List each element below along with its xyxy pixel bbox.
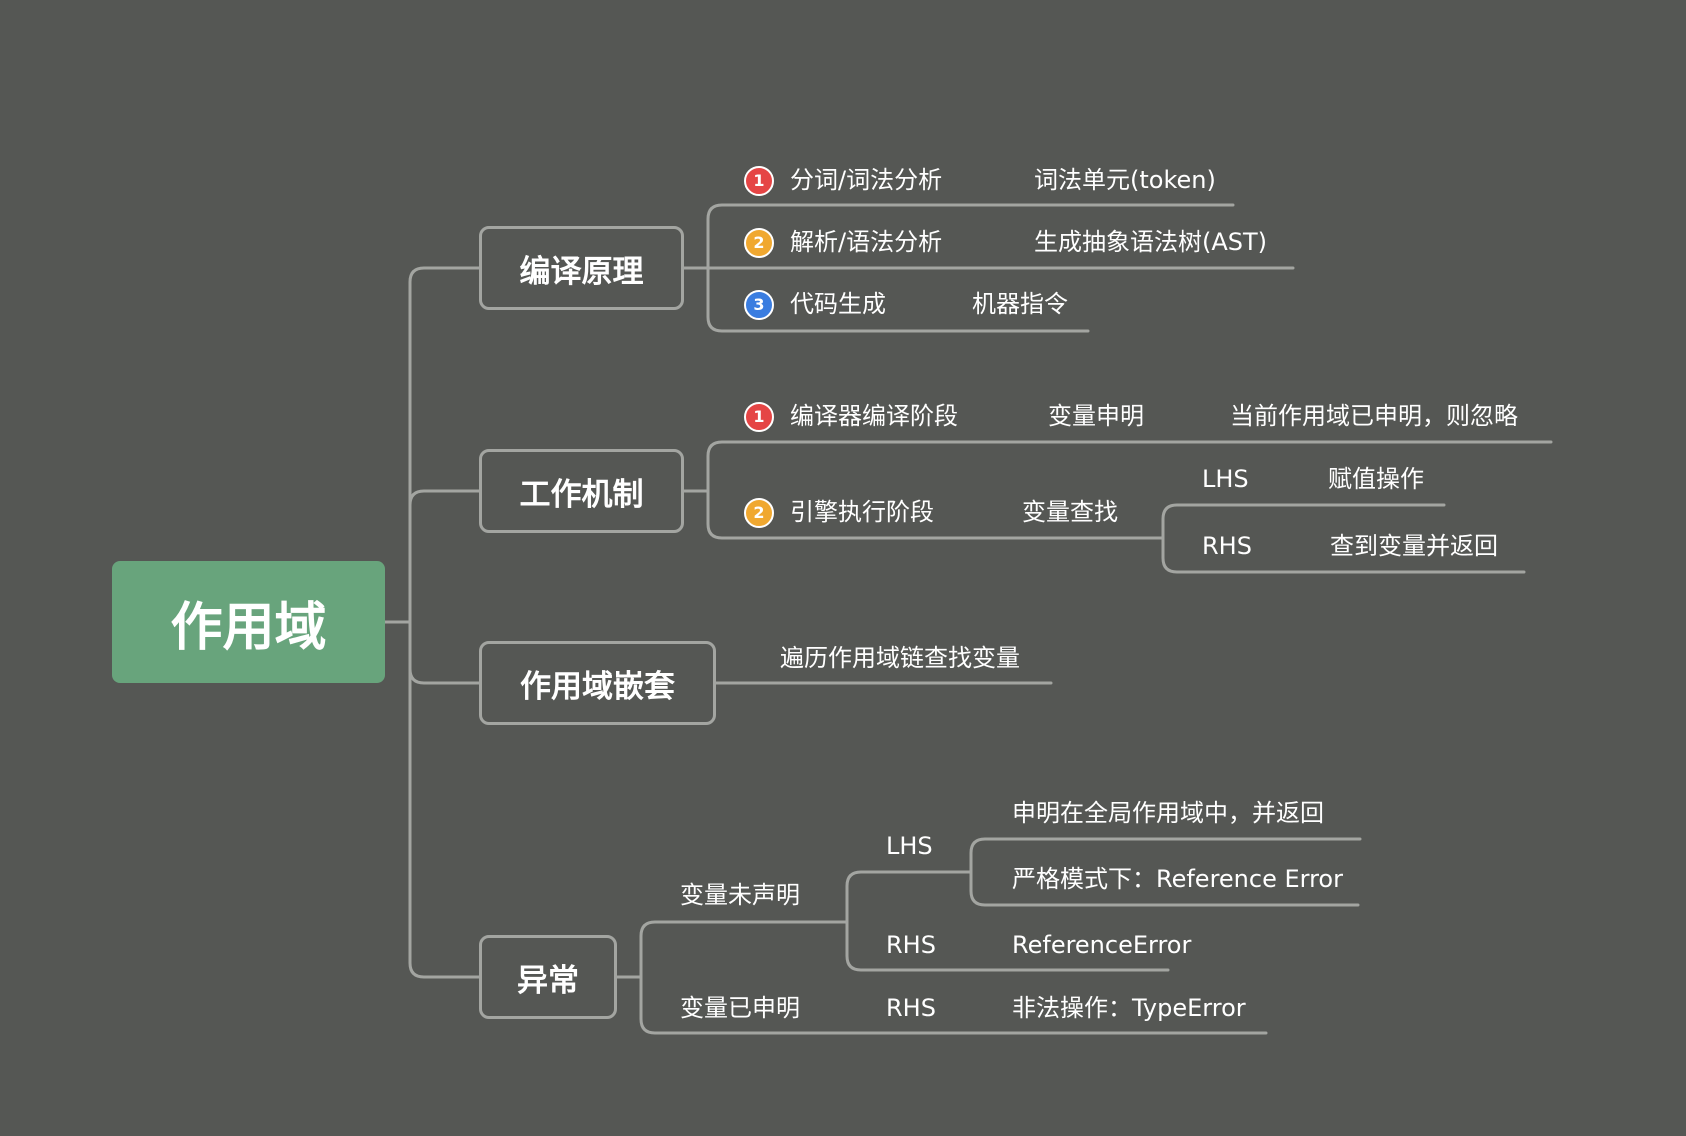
compile-item-1-detail[interactable]: 词法单元(token) (1034, 164, 1216, 196)
branch-errors-node[interactable]: 异常 (479, 935, 617, 1019)
errors-type-error[interactable]: 非法操作：TypeError (1012, 992, 1246, 1024)
compile-item-2-detail[interactable]: 生成抽象语法树(AST) (1034, 226, 1267, 258)
root-node[interactable]: 作用域 (112, 561, 385, 683)
errors-lhs-global[interactable]: 申明在全局作用域中，并返回 (1012, 797, 1324, 829)
mechanism-engine-stage[interactable]: 引擎执行阶段 (790, 496, 934, 528)
branch-compile-node[interactable]: 编译原理 (479, 226, 684, 310)
mechanism-rhs-detail[interactable]: 查到变量并返回 (1330, 530, 1498, 562)
mechanism-lhs[interactable]: LHS (1202, 463, 1249, 495)
errors-declared[interactable]: 变量已申明 (680, 992, 800, 1024)
mechanism-rhs[interactable]: RHS (1202, 530, 1252, 562)
compile-item-3[interactable]: 代码生成 (790, 288, 886, 320)
badge-1-icon: 1 (744, 402, 774, 432)
badge-2-icon: 2 (744, 498, 774, 528)
badge-3-icon: 3 (744, 290, 774, 320)
mechanism-variable-lookup[interactable]: 变量查找 (1022, 496, 1118, 528)
mechanism-variable-declare[interactable]: 变量申明 (1048, 400, 1144, 432)
errors-undeclared-lhs[interactable]: LHS (886, 830, 933, 862)
compile-item-1[interactable]: 分词/词法分析 (790, 164, 942, 196)
errors-undeclared[interactable]: 变量未声明 (680, 879, 800, 911)
errors-lhs-strict[interactable]: 严格模式下：Reference Error (1012, 863, 1343, 895)
mechanism-lhs-detail[interactable]: 赋值操作 (1328, 463, 1424, 495)
mechanism-compiler-stage[interactable]: 编译器编译阶段 (790, 400, 958, 432)
nesting-detail[interactable]: 遍历作用域链查找变量 (780, 642, 1020, 674)
branch-nesting-node[interactable]: 作用域嵌套 (479, 641, 716, 725)
compile-item-3-detail[interactable]: 机器指令 (972, 288, 1068, 320)
errors-reference-error[interactable]: ReferenceError (1012, 929, 1191, 961)
compile-item-2[interactable]: 解析/语法分析 (790, 226, 942, 258)
errors-declared-rhs[interactable]: RHS (886, 992, 936, 1024)
badge-1-icon: 1 (744, 166, 774, 196)
badge-2-icon: 2 (744, 228, 774, 258)
mechanism-declare-detail[interactable]: 当前作用域已申明，则忽略 (1230, 400, 1518, 432)
errors-undeclared-rhs[interactable]: RHS (886, 929, 936, 961)
branch-mechanism-node[interactable]: 工作机制 (479, 449, 684, 533)
